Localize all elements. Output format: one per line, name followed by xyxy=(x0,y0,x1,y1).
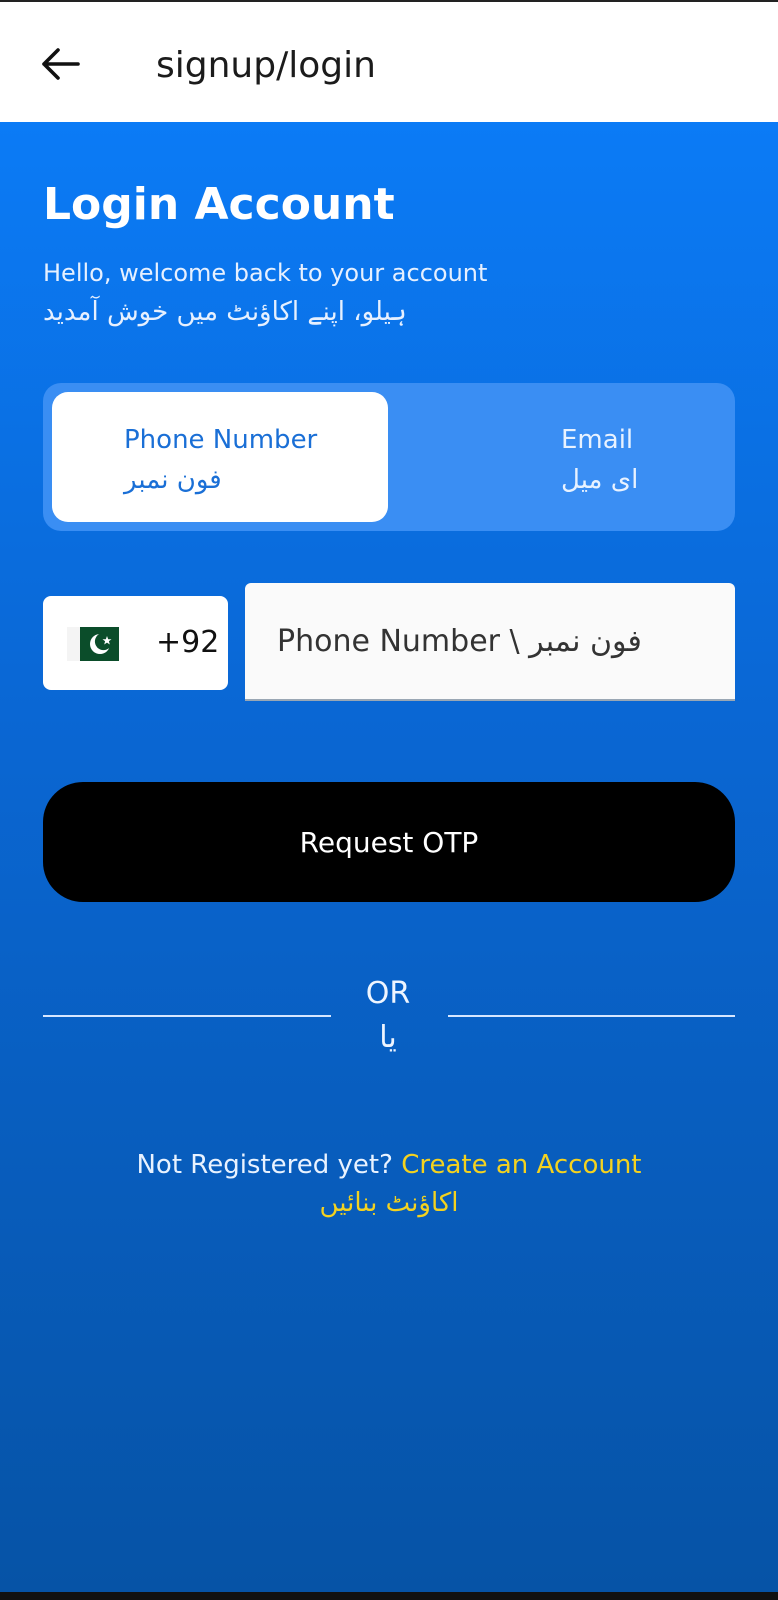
or-label-urdu: یا xyxy=(379,1020,397,1055)
create-account-link[interactable]: Create an Account xyxy=(401,1150,641,1180)
arrow-left-icon xyxy=(42,48,80,80)
welcome-text: Hello, welcome back to your account xyxy=(43,259,488,287)
welcome-text-urdu: ہیلو، اپنے اکاؤنٹ میں خوش آمدید xyxy=(43,297,407,327)
request-otp-button[interactable]: Request OTP xyxy=(43,782,735,902)
register-prompt: Not Registered yet? Create an Account xyxy=(0,1146,778,1184)
divider-right xyxy=(448,1015,735,1017)
tab-phone-label: Phone Number xyxy=(124,425,318,455)
register-prompt-text: Not Registered yet? xyxy=(136,1150,393,1180)
tab-phone-label-urdu: فون نمبر xyxy=(124,465,222,495)
nav-bar-strip xyxy=(0,1592,778,1600)
divider-left xyxy=(43,1015,331,1017)
tab-email[interactable]: Email ای میل xyxy=(391,392,727,522)
pakistan-flag-icon xyxy=(67,627,119,661)
country-code-picker[interactable]: +92 xyxy=(43,596,228,690)
create-account-link-urdu[interactable]: اکاؤنٹ بنائیں xyxy=(0,1184,778,1222)
back-button[interactable] xyxy=(38,42,82,86)
page-title: signup/login xyxy=(156,45,376,86)
app-bar: signup/login xyxy=(0,2,778,122)
tab-email-label-urdu: ای میل xyxy=(561,465,639,495)
tab-email-label: Email xyxy=(561,425,634,455)
login-method-tabs: Phone Number فون نمبر Email ای میل xyxy=(43,383,735,531)
login-heading: Login Account xyxy=(43,179,395,230)
country-code: +92 xyxy=(156,625,220,660)
phone-number-input[interactable] xyxy=(245,583,735,701)
login-panel: Login Account Hello, welcome back to you… xyxy=(0,122,778,1592)
or-label: OR xyxy=(365,976,411,1011)
tab-phone-number[interactable]: Phone Number فون نمبر xyxy=(52,392,388,522)
